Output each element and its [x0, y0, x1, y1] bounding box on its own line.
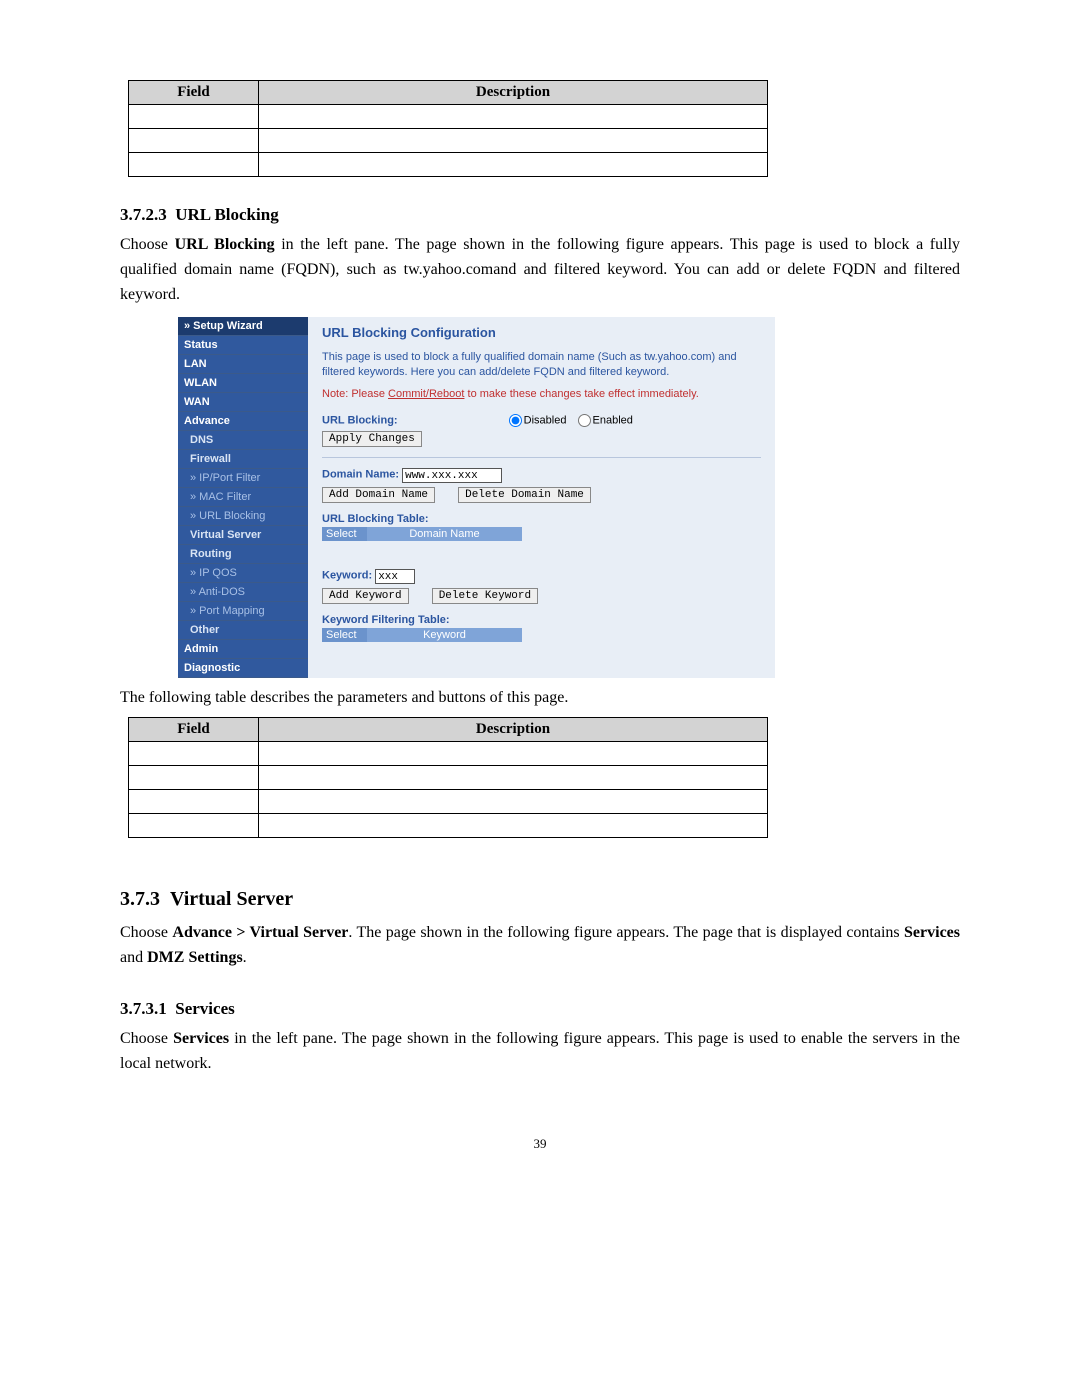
nav-dns[interactable]: DNS: [178, 431, 308, 450]
heading-virtual-server: 3.7.3 Virtual Server: [120, 888, 960, 911]
heading-title: Services: [175, 999, 234, 1018]
separator: [322, 457, 761, 458]
table-header-field: Field: [129, 718, 259, 742]
url-blocking-row: URL Blocking: Disabled Enabled: [322, 414, 761, 427]
nav-wlan[interactable]: WLAN: [178, 374, 308, 393]
nav-portmapping[interactable]: » Port Mapping: [178, 602, 308, 621]
field-description-table-1: Field Description: [128, 80, 768, 177]
heading-number: 3.7.2.3: [120, 205, 167, 224]
keyword-input[interactable]: [375, 569, 415, 584]
heading-number: 3.7.3.1: [120, 999, 167, 1018]
radio-enabled[interactable]: [578, 414, 591, 427]
heading-url-blocking: 3.7.2.3 URL Blocking: [120, 205, 960, 225]
add-keyword-button[interactable]: Add Keyword: [322, 588, 409, 604]
domain-name-label: Domain Name:: [322, 469, 399, 481]
nav-status[interactable]: Status: [178, 336, 308, 355]
content-title: URL Blocking Configuration: [322, 325, 761, 340]
table-col-keyword: Keyword: [367, 628, 522, 642]
heading-services: 3.7.3.1 Services: [120, 999, 960, 1019]
keyword-table-title: Keyword Filtering Table:: [322, 614, 761, 626]
nav-admin[interactable]: Admin: [178, 640, 308, 659]
router-nav: » Setup Wizard Status LAN WLAN WAN Advan…: [178, 317, 308, 678]
table-row: [129, 766, 768, 790]
url-blocking-table-title: URL Blocking Table:: [322, 513, 761, 525]
nav-wan[interactable]: WAN: [178, 393, 308, 412]
url-blocking-intro: Choose URL Blocking in the left pane. Th…: [120, 233, 960, 307]
url-blocking-table: Select Domain Name: [322, 527, 522, 541]
nav-firewall[interactable]: Firewall: [178, 450, 308, 469]
content-description: This page is used to block a fully quali…: [322, 350, 761, 380]
router-screenshot: » Setup Wizard Status LAN WLAN WAN Advan…: [178, 317, 775, 678]
page-number: 39: [120, 1136, 960, 1152]
radio-disabled-label: Disabled: [524, 414, 567, 426]
table-row: [129, 129, 768, 153]
table-row: [129, 153, 768, 177]
nav-virtual-server[interactable]: Virtual Server: [178, 526, 308, 545]
table-col-domain: Domain Name: [367, 527, 522, 541]
table-header-description: Description: [259, 81, 768, 105]
table-header-description: Description: [259, 718, 768, 742]
table-row: [129, 814, 768, 838]
table-row: [129, 105, 768, 129]
domain-name-input[interactable]: [402, 468, 502, 483]
nav-lan[interactable]: LAN: [178, 355, 308, 374]
nav-macfilter[interactable]: » MAC Filter: [178, 488, 308, 507]
radio-enabled-label: Enabled: [593, 414, 633, 426]
delete-keyword-button[interactable]: Delete Keyword: [432, 588, 538, 604]
nav-setup-wizard[interactable]: » Setup Wizard: [178, 317, 308, 336]
table-col-select: Select: [322, 628, 367, 642]
heading-title: Virtual Server: [170, 888, 293, 910]
table-header-field: Field: [129, 81, 259, 105]
nav-urlblocking[interactable]: » URL Blocking: [178, 507, 308, 526]
nav-routing[interactable]: Routing: [178, 545, 308, 564]
field-description-table-2: Field Description: [128, 717, 768, 838]
heading-title: URL Blocking: [175, 205, 278, 224]
nav-ipqos[interactable]: » IP QOS: [178, 564, 308, 583]
nav-other[interactable]: Other: [178, 621, 308, 640]
add-domain-button[interactable]: Add Domain Name: [322, 487, 435, 503]
nav-antidos[interactable]: » Anti-DOS: [178, 583, 308, 602]
keyword-filtering-table: Select Keyword: [322, 628, 522, 642]
keyword-label: Keyword:: [322, 570, 372, 582]
virtual-server-intro: Choose Advance > Virtual Server. The pag…: [120, 921, 960, 971]
delete-domain-button[interactable]: Delete Domain Name: [458, 487, 591, 503]
commit-reboot-link[interactable]: Commit/Reboot: [388, 388, 464, 400]
router-content: URL Blocking Configuration This page is …: [308, 317, 775, 678]
nav-diagnostic[interactable]: Diagnostic: [178, 659, 308, 678]
content-note: Note: Please Commit/Reboot to make these…: [322, 388, 761, 400]
url-blocking-label: URL Blocking:: [322, 414, 398, 426]
heading-number: 3.7.3: [120, 888, 160, 910]
table-row: [129, 742, 768, 766]
nav-advance[interactable]: Advance: [178, 412, 308, 431]
apply-changes-button[interactable]: Apply Changes: [322, 431, 422, 447]
table-row: [129, 790, 768, 814]
nav-ipport[interactable]: » IP/Port Filter: [178, 469, 308, 488]
table-col-select: Select: [322, 527, 367, 541]
radio-disabled[interactable]: [509, 414, 522, 427]
table2-intro: The following table describes the parame…: [120, 686, 960, 711]
services-intro: Choose Services in the left pane. The pa…: [120, 1027, 960, 1077]
